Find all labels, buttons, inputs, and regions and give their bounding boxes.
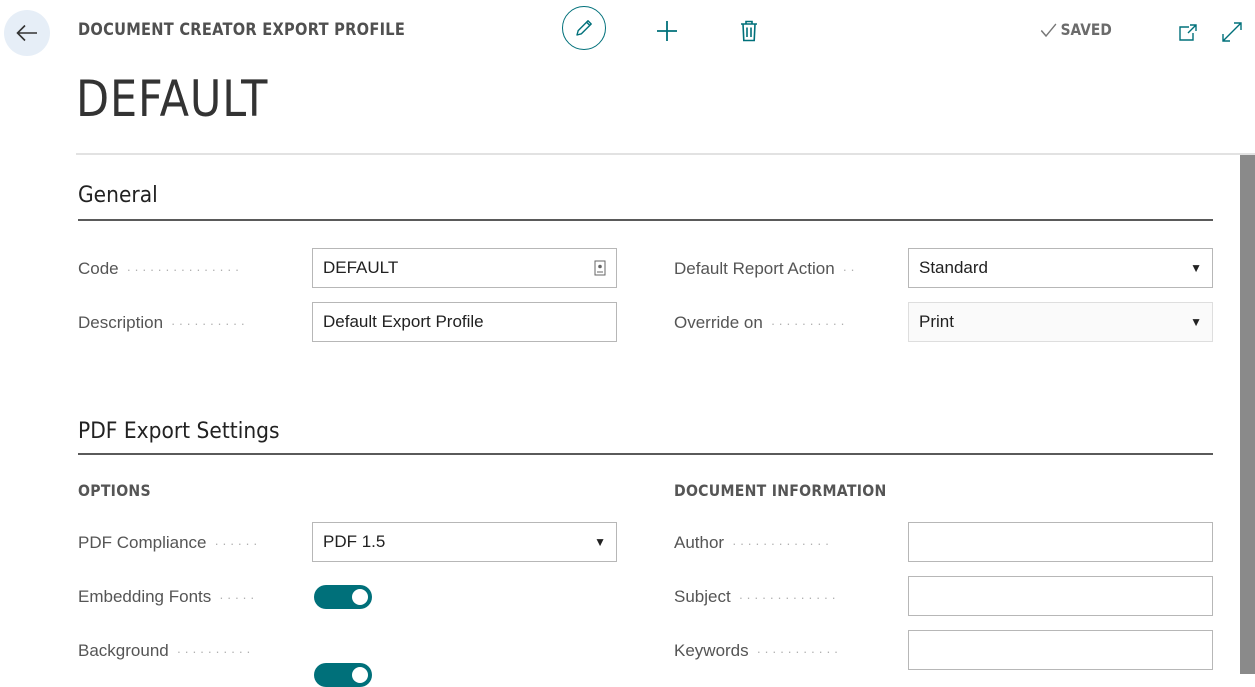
header-divider [76,153,1255,155]
background-toggle[interactable] [314,663,372,687]
embedding-fonts-toggle[interactable] [314,585,372,609]
back-arrow-icon [16,24,37,42]
trash-icon [741,20,757,42]
label-leader: ·········· [171,315,249,331]
author-field[interactable] [908,522,1213,562]
dropdown-arrow-icon: ▼ [1190,261,1202,275]
keywords-field[interactable] [908,630,1213,670]
label-leader: ····· [219,589,258,605]
section-title-pdf-export-settings[interactable]: PDF Export Settings [78,419,280,444]
pdf-compliance-label-text: PDF Compliance [78,533,207,552]
label-leader: ············· [738,589,840,605]
description-value: Default Export Profile [323,312,484,331]
default-report-action-label-text: Default Report Action [674,259,835,278]
expand-icon [1222,22,1242,42]
code-value: DEFAULT [323,258,399,277]
checkmark-icon [1040,22,1057,37]
override-on-select[interactable]: Print ▼ [908,302,1213,342]
scrollbar[interactable] [1240,155,1255,674]
new-button[interactable] [652,16,682,46]
pencil-icon [576,20,592,36]
open-in-new-window-icon [1179,24,1197,41]
section-divider-general [78,219,1213,221]
description-field[interactable]: Default Export Profile [312,302,617,342]
toggle-knob [352,589,368,605]
options-caption: OPTIONS [78,481,151,500]
default-report-action-select[interactable]: Standard ▼ [908,248,1213,288]
author-label: Author ············· [674,531,896,555]
page-caption: DOCUMENT CREATOR EXPORT PROFILE [78,20,406,40]
edit-button[interactable] [562,6,606,50]
code-label-text: Code [78,259,119,278]
dropdown-arrow-icon: ▼ [1190,315,1202,329]
section-divider-pdf [78,453,1213,455]
embedding-fonts-label: Embedding Fonts ····· [78,585,300,609]
background-label-text: Background [78,641,169,660]
pdf-compliance-label: PDF Compliance ······ [78,531,300,555]
override-on-value: Print [919,312,954,331]
code-label: Code ··············· [78,257,300,281]
page-title: DEFAULT [76,70,269,128]
keywords-label: Keywords ··········· [674,639,896,663]
label-leader: ··············· [126,261,243,277]
author-label-text: Author [674,533,725,552]
toggle-knob [352,667,368,683]
label-leader: ·········· [770,315,849,331]
pdf-compliance-select[interactable]: PDF 1.5 ▼ [312,522,617,562]
open-in-new-window-button[interactable] [1174,20,1202,46]
label-leader: ··········· [756,643,842,659]
plus-icon [657,21,677,41]
back-button[interactable] [4,10,50,56]
keywords-label-text: Keywords [674,641,749,660]
subject-label: Subject ············· [674,585,896,609]
label-leader: ······ [214,535,261,551]
section-title-general[interactable]: General [78,183,158,208]
pdf-compliance-value: PDF 1.5 [323,532,386,551]
subject-field[interactable] [908,576,1213,616]
subject-label-text: Subject [674,587,731,606]
expand-button[interactable] [1218,18,1246,46]
label-leader: ············· [732,535,833,551]
document-information-caption: DOCUMENT INFORMATION [674,481,887,500]
override-on-label: Override on ·········· [674,311,896,335]
saved-status: SAVED [1040,20,1112,39]
saved-label: SAVED [1060,20,1112,39]
description-label-text: Description [78,313,164,332]
code-field[interactable]: DEFAULT [312,248,617,288]
lookup-icon[interactable] [594,260,606,276]
default-report-action-label: Default Report Action ·· [674,257,896,281]
description-label: Description ·········· [78,311,300,335]
default-report-action-value: Standard [919,258,988,277]
background-label: Background ·········· [78,639,300,663]
label-leader: ·········· [176,643,255,659]
override-on-label-text: Override on [674,313,763,332]
label-leader: ·· [842,261,859,277]
delete-button[interactable] [735,16,763,46]
embedding-fonts-label-text: Embedding Fonts [78,587,212,606]
dropdown-arrow-icon: ▼ [594,535,606,549]
